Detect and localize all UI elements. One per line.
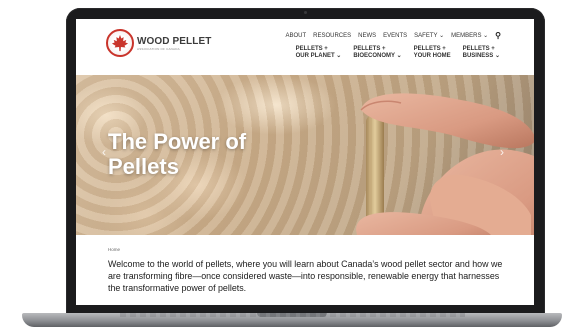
nav-members[interactable]: MEMBERS ⌄: [451, 32, 488, 39]
keyboard-edge: [120, 313, 465, 317]
top-nav: ABOUT RESOURCES NEWS EVENTS SAFETY ⌄ MEM…: [285, 31, 501, 40]
logo-name: WOOD PELLET: [137, 35, 212, 47]
site-header: WOOD PELLET ASSOCIATION OF CANADA ABOUT …: [76, 19, 534, 75]
main-nav: PELLETS + OUR PLANET ⌄ PELLETS + BIOECON…: [296, 46, 500, 60]
search-icon[interactable]: ⚲: [495, 31, 501, 40]
nav-pellets-home[interactable]: PELLETS + YOUR HOME: [414, 46, 451, 60]
intro-paragraph: Welcome to the world of pellets, where y…: [108, 259, 503, 293]
nav-pellets-planet[interactable]: PELLETS + OUR PLANET ⌄: [296, 46, 342, 60]
nav-pellets-bioeconomy[interactable]: PELLETS + BIOECONOMY ⌄: [353, 46, 401, 60]
logo-subtitle: ASSOCIATION OF CANADA: [137, 46, 180, 51]
laptop-screen: WOOD PELLET ASSOCIATION OF CANADA ABOUT …: [76, 19, 534, 305]
page-content: Home Welcome to the world of pellets, wh…: [108, 247, 508, 294]
hero-title: The Power of Pellets: [108, 129, 247, 179]
nav-about[interactable]: ABOUT: [285, 33, 306, 39]
maple-leaf-icon: [106, 29, 134, 57]
nav-events[interactable]: EVENTS: [383, 33, 407, 39]
hero-banner: The Power of Pellets ‹ ›: [76, 75, 534, 235]
breadcrumb[interactable]: Home: [108, 247, 508, 252]
nav-pellets-business[interactable]: PELLETS + BUSINESS ⌄: [463, 46, 500, 60]
camera-dot: [304, 11, 307, 14]
nav-safety[interactable]: SAFETY ⌄: [414, 32, 444, 39]
carousel-next-icon[interactable]: ›: [500, 145, 504, 159]
nav-resources[interactable]: RESOURCES: [313, 33, 351, 39]
carousel-prev-icon[interactable]: ‹: [102, 145, 106, 159]
nav-news[interactable]: NEWS: [358, 33, 376, 39]
site-logo[interactable]: WOOD PELLET ASSOCIATION OF CANADA: [106, 29, 211, 57]
